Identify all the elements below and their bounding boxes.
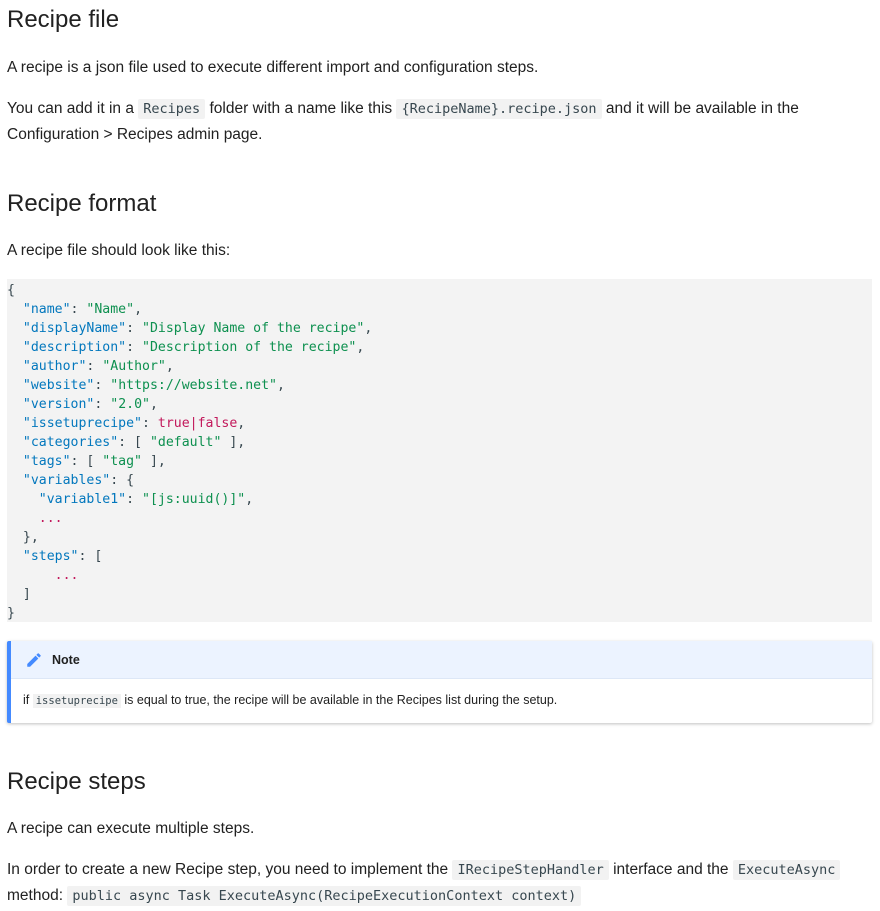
note-callout: Note if issetuprecipe is equal to true, … xyxy=(7,641,872,723)
recipe-file-intro: A recipe is a json file used to execute … xyxy=(7,59,539,76)
recipe-steps-implement: In order to create a new Recipe step, yo… xyxy=(7,857,867,909)
page: Recipe file A recipe is a json file used… xyxy=(0,0,880,911)
code-recipe-filename: {RecipeName}.recipe.json xyxy=(396,99,602,119)
heading-recipe-steps: Recipe steps xyxy=(7,768,146,795)
heading-recipe-file: Recipe file xyxy=(7,6,120,33)
code-issetuprecipe: issetuprecipe xyxy=(32,694,121,708)
recipe-format-intro: A recipe file should look like this: xyxy=(7,242,231,259)
heading-recipe-format: Recipe format xyxy=(7,190,157,217)
note-title: Note xyxy=(52,652,80,667)
note-header: Note xyxy=(11,641,872,679)
recipe-file-location: You can add it in a Recipes folder with … xyxy=(7,99,799,143)
code-executeasync: ExecuteAsync xyxy=(732,860,841,880)
code-recipes-folder: Recipes xyxy=(138,99,206,119)
code-method-signature: public async Task ExecuteAsync(RecipeExe… xyxy=(67,886,582,906)
code-content: { "name": "Name", "displayName": "Displa… xyxy=(7,283,373,621)
code-irecipestephandler: IRecipeStepHandler xyxy=(452,860,609,880)
recipe-json-code-block: { "name": "Name", "displayName": "Displa… xyxy=(7,279,872,622)
recipe-steps-intro: A recipe can execute multiple steps. xyxy=(7,820,255,837)
pencil-icon xyxy=(25,651,43,669)
note-body: if issetuprecipe is equal to true, the r… xyxy=(23,693,558,708)
